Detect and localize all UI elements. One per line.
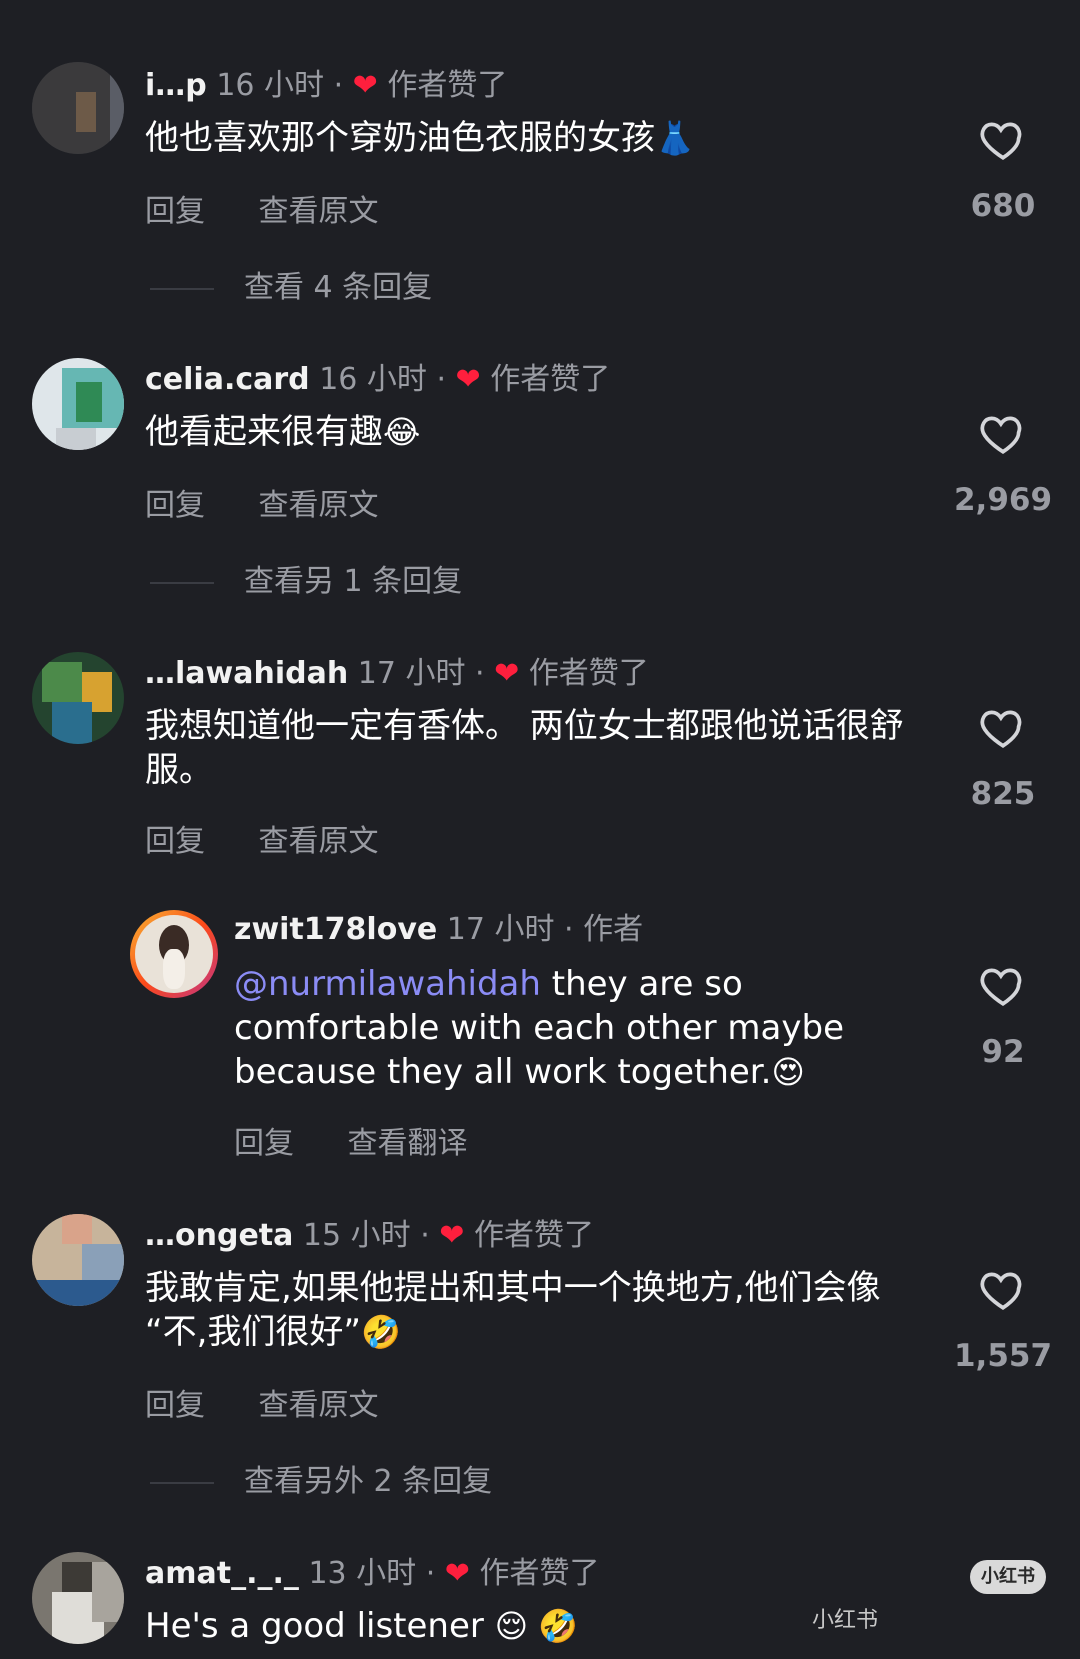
author-liked-label: 作者赞了 bbox=[387, 68, 508, 103]
rofl-emoji: 🤣 bbox=[361, 1313, 401, 1351]
mention-link[interactable]: @nurmilawahidah bbox=[234, 964, 541, 1004]
comment-actions: 回复 查看原文 bbox=[145, 480, 423, 524]
dress-emoji: 👗 bbox=[655, 119, 695, 157]
avatar-ring[interactable] bbox=[130, 910, 218, 998]
avatar bbox=[135, 915, 213, 993]
timestamp: 17 小时 bbox=[446, 912, 555, 947]
like-count: 92 bbox=[981, 1034, 1025, 1070]
author-liked-label: 作者赞了 bbox=[479, 1556, 600, 1591]
heart-icon: ❤ bbox=[455, 362, 481, 397]
watermark-text: 小红书 bbox=[812, 1608, 879, 1633]
view-original-button[interactable]: 查看原文 bbox=[259, 1388, 379, 1423]
timestamp: 17 小时 bbox=[357, 656, 466, 691]
view-original-button[interactable]: 查看原文 bbox=[259, 824, 379, 859]
timestamp: 15 小时 bbox=[302, 1218, 411, 1253]
divider bbox=[150, 287, 214, 290]
view-translation-button[interactable]: 查看翻译 bbox=[348, 1126, 468, 1161]
author-liked-label: 作者赞了 bbox=[473, 1218, 594, 1253]
comment-meta: zwit178love 17 小时 · 作者 bbox=[234, 912, 644, 947]
like-count: 1,557 bbox=[953, 1338, 1053, 1374]
heart-icon: ❤ bbox=[352, 68, 378, 103]
timestamp: 16 小时 bbox=[319, 362, 427, 397]
like-count: 680 bbox=[970, 188, 1036, 224]
comment-text: 我想知道他一定有香体。 两位女士都跟他说话很舒服。 bbox=[145, 706, 904, 790]
comment-text: 他也喜欢那个穿奶油色衣服的女孩👗 bbox=[145, 118, 695, 158]
username[interactable]: zwit178love bbox=[234, 912, 437, 947]
comment-text: He's a good listener 😌 🤣 bbox=[145, 1606, 579, 1646]
heart-outline-icon[interactable] bbox=[978, 960, 1028, 1010]
username[interactable]: i…p bbox=[145, 68, 207, 103]
heart-icon: ❤ bbox=[444, 1556, 470, 1591]
comment-text: 他看起来很有趣😂 bbox=[145, 412, 421, 452]
timestamp: 16 小时 bbox=[216, 68, 325, 103]
comment-meta: …lawahidah 17 小时 · ❤ 作者赞了 bbox=[145, 656, 649, 691]
avatar[interactable] bbox=[32, 652, 124, 744]
view-replies-button[interactable]: 查看另外 2 条回复 bbox=[150, 1456, 492, 1500]
heart-outline-icon[interactable] bbox=[978, 114, 1028, 164]
like-count: 825 bbox=[970, 776, 1036, 812]
heart-outline-icon[interactable] bbox=[978, 408, 1028, 458]
username[interactable]: …ongeta bbox=[145, 1218, 293, 1253]
avatar[interactable] bbox=[32, 62, 124, 154]
watermark-logo: 小红书 bbox=[970, 1560, 1046, 1594]
heart-icon: ❤ bbox=[439, 1218, 465, 1253]
author-liked-label: 作者赞了 bbox=[528, 656, 649, 691]
comment-meta: i…p 16 小时 · ❤ 作者赞了 bbox=[145, 68, 508, 103]
divider bbox=[150, 581, 214, 584]
relieved-rofl-emoji: 😌 🤣 bbox=[494, 1607, 579, 1645]
view-original-button[interactable]: 查看原文 bbox=[259, 488, 379, 523]
username[interactable]: celia.card bbox=[145, 362, 310, 397]
comment-actions: 回复 查看翻译 bbox=[234, 1118, 512, 1162]
comment-text: 我敢肯定,如果他提出和其中一个换地方,他们会像 “不,我们很好”🤣 bbox=[145, 1268, 881, 1352]
comment-meta: …ongeta 15 小时 · ❤ 作者赞了 bbox=[145, 1218, 594, 1253]
avatar[interactable] bbox=[32, 1214, 124, 1306]
author-tag: 作者 bbox=[583, 912, 644, 947]
comment-actions: 回复 查看原文 bbox=[145, 816, 423, 860]
username[interactable]: …lawahidah bbox=[145, 656, 348, 691]
reply-button[interactable]: 回复 bbox=[145, 194, 205, 229]
username[interactable]: amat_._._ bbox=[145, 1556, 299, 1591]
laughing-emoji: 😂 bbox=[383, 413, 421, 451]
view-replies-button[interactable]: 查看另 1 条回复 bbox=[150, 556, 462, 600]
comment-meta: amat_._._ 13 小时 · ❤ 作者赞了 bbox=[145, 1556, 600, 1591]
comment-meta: celia.card 16 小时 · ❤ 作者赞了 bbox=[145, 362, 611, 397]
divider bbox=[150, 1481, 214, 1484]
view-original-button[interactable]: 查看原文 bbox=[259, 194, 379, 229]
reply-button[interactable]: 回复 bbox=[145, 488, 205, 523]
heart-eyes-emoji: 😍 bbox=[771, 1053, 805, 1091]
avatar[interactable] bbox=[32, 1552, 124, 1644]
reply-button[interactable]: 回复 bbox=[145, 1388, 205, 1423]
reply-button[interactable]: 回复 bbox=[234, 1126, 294, 1161]
timestamp: 13 小时 bbox=[308, 1556, 417, 1591]
reply-button[interactable]: 回复 bbox=[145, 824, 205, 859]
heart-outline-icon[interactable] bbox=[978, 1264, 1028, 1314]
author-liked-label: 作者赞了 bbox=[490, 362, 611, 397]
like-count: 2,969 bbox=[953, 482, 1053, 518]
heart-icon: ❤ bbox=[494, 656, 520, 691]
view-replies-button[interactable]: 查看 4 条回复 bbox=[150, 262, 432, 306]
comment-actions: 回复 查看原文 bbox=[145, 186, 423, 230]
avatar[interactable] bbox=[32, 358, 124, 450]
comment-actions: 回复 查看原文 bbox=[145, 1380, 423, 1424]
heart-outline-icon[interactable] bbox=[978, 702, 1028, 752]
comment-text: @nurmilawahidah they are so comfortable … bbox=[234, 964, 844, 1092]
